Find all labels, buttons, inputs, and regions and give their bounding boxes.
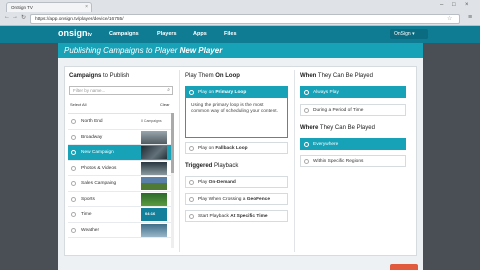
radio-icon xyxy=(71,150,76,155)
campaign-thumbnail xyxy=(141,223,167,237)
tab-close-icon[interactable]: × xyxy=(85,4,88,10)
back-icon[interactable]: ← xyxy=(4,14,10,20)
everywhere-option[interactable]: Everywhere xyxy=(300,138,406,150)
radio-icon xyxy=(304,159,309,164)
campaign-thumbnail xyxy=(141,146,167,159)
play-loop-heading: Play Them On Loop xyxy=(185,73,240,79)
column-divider xyxy=(179,70,180,252)
bookmark-star-icon[interactable]: ☆ xyxy=(447,15,452,22)
campaign-item-sports[interactable]: Sports xyxy=(68,192,173,207)
close-window-icon[interactable]: × xyxy=(465,2,469,8)
campaign-filter-input[interactable]: Filter by name... ⌕ xyxy=(69,86,173,95)
onsign-logo[interactable]: onsigntv xyxy=(58,28,92,38)
radio-icon xyxy=(189,214,194,219)
period-of-time-option[interactable]: During a Period of Time xyxy=(300,104,406,116)
nav-campaigns[interactable]: Campaigns xyxy=(109,31,139,37)
tab-title: OnSign TV xyxy=(11,5,33,10)
radio-icon xyxy=(71,196,76,202)
select-all-link[interactable]: Select All xyxy=(70,102,86,107)
url-text: https://app.onsign.tv/player/device/1675… xyxy=(35,17,124,22)
primary-loop-option[interactable]: Play on Primary Loop xyxy=(185,86,288,98)
radio-icon xyxy=(71,227,76,233)
support-button[interactable] xyxy=(390,264,418,270)
campaign-item-photos-videos[interactable]: Photos & Videos xyxy=(68,161,173,176)
on-demand-option[interactable]: Play On-Demand xyxy=(185,176,288,188)
radio-icon xyxy=(71,134,76,140)
geofence-option[interactable]: Play When Crossing a GeoFence xyxy=(185,193,288,205)
campaign-count-badge: 0 Campaigns xyxy=(141,119,162,123)
campaign-item-weather[interactable]: Weather xyxy=(68,223,173,238)
column-divider xyxy=(294,70,295,252)
radio-icon xyxy=(71,181,76,186)
campaign-thumbnail xyxy=(141,192,167,206)
radio-icon xyxy=(71,212,76,217)
clear-link[interactable]: Clear xyxy=(160,102,170,107)
campaign-item-north-end[interactable]: North End 0 Campaigns xyxy=(68,114,173,130)
reload-icon[interactable]: ↻ xyxy=(21,14,26,21)
campaign-item-broadway[interactable]: Broadway xyxy=(68,130,173,145)
campaign-thumbnail xyxy=(141,130,167,144)
address-bar[interactable]: https://app.onsign.tv/player/device/1675… xyxy=(30,14,460,24)
triggered-heading: Triggered Playback xyxy=(185,163,239,169)
nav-apps[interactable]: Apps xyxy=(193,31,207,37)
nav-players[interactable]: Players xyxy=(157,31,177,37)
search-icon: ⌕ xyxy=(167,87,170,93)
clock-label: 04:16 xyxy=(145,211,156,216)
always-play-option[interactable]: Always Play xyxy=(300,86,406,98)
browser-tab[interactable]: OnSign TV × xyxy=(6,2,92,12)
when-heading: When They Can Be Played xyxy=(300,73,373,79)
radio-icon xyxy=(71,119,76,124)
radio-icon xyxy=(304,108,309,113)
where-heading: Where They Can Be Played xyxy=(300,125,375,131)
radio-icon xyxy=(189,146,194,151)
browser-menu-icon[interactable]: ≡ xyxy=(468,14,472,21)
radio-icon xyxy=(189,197,194,202)
specific-regions-option[interactable]: Within Specific Regions xyxy=(300,155,406,167)
user-menu-button[interactable]: OnSign ▾ xyxy=(390,29,428,39)
campaign-list: North End 0 Campaigns Broadway New Campa… xyxy=(68,113,173,248)
nav-files[interactable]: Files xyxy=(224,31,237,37)
specific-time-option[interactable]: Start Playback At Specific Time xyxy=(185,210,288,222)
player-name: New Player xyxy=(179,46,223,55)
campaign-thumbnail xyxy=(141,177,167,190)
forward-icon[interactable]: → xyxy=(12,14,18,20)
campaign-item-sales-campaing[interactable]: Sales Campaing xyxy=(68,176,173,192)
page-title: Publishing Campaigns to Player New Playe… xyxy=(58,43,423,58)
minimize-icon[interactable]: – xyxy=(440,2,443,8)
radio-icon xyxy=(189,90,194,95)
campaigns-heading: Campaigns to Publish xyxy=(69,73,130,79)
campaign-thumbnail xyxy=(141,161,167,175)
radio-icon xyxy=(189,180,194,185)
campaign-item-time[interactable]: Time 04:16 xyxy=(68,207,173,223)
primary-loop-description: Using the primary loop is the most commo… xyxy=(185,98,288,138)
scrollbar-thumb[interactable] xyxy=(171,113,174,173)
maximize-icon[interactable]: □ xyxy=(452,2,456,8)
radio-icon xyxy=(304,90,309,95)
fallback-loop-option[interactable]: Play on Fallback Loop xyxy=(185,142,288,154)
radio-icon xyxy=(304,142,309,147)
radio-icon xyxy=(71,165,76,171)
campaign-item-new-campaign[interactable]: New Campaign xyxy=(68,145,173,161)
